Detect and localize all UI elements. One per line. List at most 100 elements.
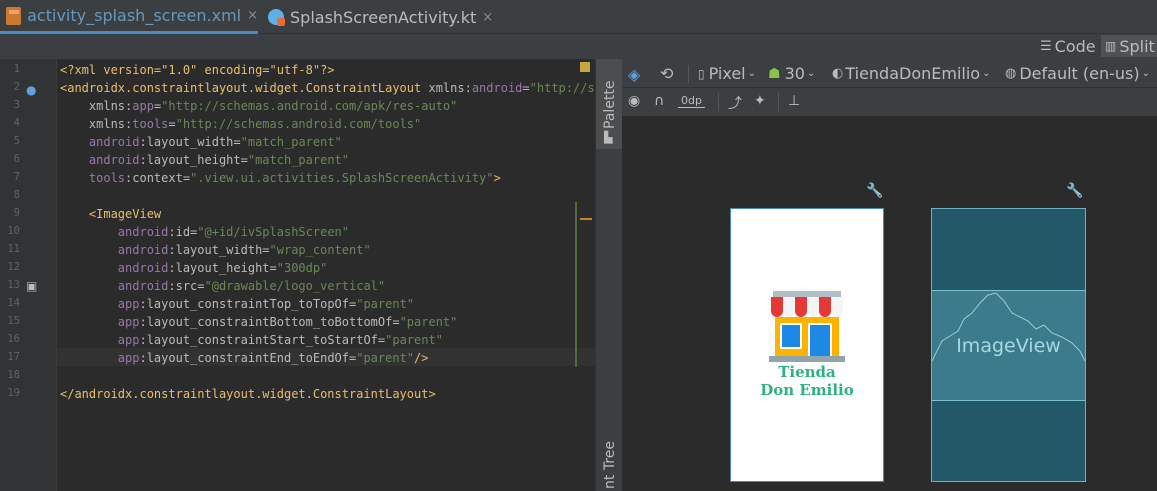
palette-tab[interactable]: Palette ▙ <box>596 59 622 149</box>
side-panel-strip: Palette ▙ nt Tree <box>595 59 622 491</box>
line-number: 5 <box>13 135 20 147</box>
line-number: 1 <box>13 63 20 75</box>
locale-selector[interactable]: ◍ Default (en-us) ⌄ <box>1005 64 1150 83</box>
line-number: 3 <box>13 99 20 111</box>
code-token: "parent" <box>356 351 415 365</box>
code-token: :layout_constraintTop_toTopOf= <box>139 297 357 311</box>
blueprint-preview[interactable]: ImageView <box>931 208 1086 482</box>
code-token: tools <box>60 171 126 185</box>
code-token: > <box>493 171 501 185</box>
code-token: :layout_constraintEnd_toEndOf= <box>139 351 357 365</box>
chevron-down-icon: ⌄ <box>982 68 991 79</box>
code-token: app <box>60 333 140 347</box>
line-number: 13 <box>7 279 20 291</box>
device-selector[interactable]: ▯ Pixel ⌄ <box>698 64 756 83</box>
design-toolbar-bottom: ◉ ∩ 0dp ⤴ ✦ ⊥ <box>622 88 1157 116</box>
line-number: 2 <box>13 81 20 93</box>
line-number: 12 <box>7 261 20 273</box>
design-preview[interactable]: Tienda Don Emilio <box>730 208 884 482</box>
split-mode-label: Split <box>1119 36 1155 56</box>
default-margin-field[interactable]: 0dp <box>678 94 705 108</box>
component-tree-label: nt Tree <box>602 441 618 489</box>
line-number: 9 <box>13 207 20 219</box>
code-token: "@drawable/logo_vertical" <box>204 279 386 293</box>
code-token: "match_parent" <box>240 135 342 149</box>
infer-constraints-icon[interactable]: ✦ <box>754 93 766 109</box>
layers-icon[interactable]: ◈ <box>628 65 640 84</box>
line-number: 4 <box>13 117 20 129</box>
line-number: 14 <box>7 297 20 309</box>
line-number: 11 <box>7 243 20 255</box>
activity-icon[interactable]: ● <box>26 83 36 97</box>
code-mode-label: Code <box>1054 36 1096 56</box>
editor-tabs: activity_splash_screen.xml × SplashScree… <box>0 0 1157 34</box>
theme-selector[interactable]: ◐ TiendaDonEmilio ⌄ <box>832 64 990 83</box>
code-token: "http://sch <box>529 81 595 95</box>
tab-splash-screen-activity-kt[interactable]: SplashScreenActivity.kt × <box>266 0 496 34</box>
design-surface: ◈ ⟲ ▯ Pixel ⌄ ☗ 30 ⌄ ◐ TiendaDonEmilio ⌄… <box>622 59 1157 491</box>
chevron-down-icon: ⌄ <box>806 68 816 79</box>
code-token: :context= <box>125 171 191 185</box>
eye-icon[interactable]: ◉ <box>628 93 640 109</box>
view-mode-bar: ☰ Code ▥ Split <box>0 34 1157 59</box>
lines-icon: ☰ <box>1040 38 1052 54</box>
line-number: 18 <box>7 369 20 381</box>
code-line: tools:context=".view.ui.activities.Splas… <box>60 169 501 187</box>
clear-constraints-icon[interactable]: ⤴ <box>728 93 742 113</box>
code-token: :layout_height= <box>168 261 277 275</box>
code-token: = <box>522 81 530 95</box>
image-preview-icon[interactable]: ▣ <box>26 279 37 293</box>
split-icon: ▥ <box>1105 39 1117 53</box>
wrench-icon[interactable]: 🔧 <box>1066 183 1083 199</box>
code-line: android:layout_height="300dp" <box>60 259 328 277</box>
line-number: 10 <box>7 225 20 237</box>
code-line: android:layout_width="match_parent" <box>60 133 342 151</box>
magnet-icon[interactable]: ∩ <box>654 93 664 109</box>
line-number: 17 <box>7 351 20 363</box>
code-line: app:layout_constraintEnd_toEndOf="parent… <box>60 349 429 367</box>
code-line: app:layout_constraintStart_toStartOf="pa… <box>60 331 443 349</box>
code-line: xmlns:tools="http://schemas.android.com/… <box>60 115 421 133</box>
component-tree-tab[interactable]: nt Tree <box>596 431 622 491</box>
android-icon: ☗ <box>768 65 781 82</box>
close-icon[interactable]: × <box>247 8 258 23</box>
line-number: 19 <box>7 387 20 399</box>
code-editor[interactable]: <?xml version="1.0" encoding="utf-8"?> <a… <box>57 59 595 491</box>
device-label: Pixel <box>708 64 746 83</box>
code-token: "http://schemas.android.com/apk/res-auto… <box>161 99 458 113</box>
code-token: app <box>60 297 140 311</box>
code-token: "300dp" <box>276 261 328 275</box>
kotlin-file-icon <box>268 9 285 26</box>
imageview-blueprint[interactable]: ImageView <box>932 290 1085 401</box>
code-token: :layout_width= <box>168 243 270 257</box>
code-mode-button[interactable]: ☰ Code <box>1036 35 1100 57</box>
code-line: android:id="@+id/ivSplashScreen" <box>60 223 349 241</box>
code-token: "wrap_content" <box>269 243 371 257</box>
code-token: :layout_width= <box>139 135 241 149</box>
line-number-gutter: 1 2 3 4 5 6 7 8 9 10 11 12 13 14 15 16 17 18 19 ● ▣ <box>0 59 57 491</box>
code-token: :layout_height= <box>139 153 248 167</box>
orientation-icon[interactable]: ⟲ <box>660 64 673 83</box>
code-token: android <box>60 243 169 257</box>
code-token: :id= <box>168 225 198 239</box>
line-number: 8 <box>13 189 20 201</box>
code-token: app <box>60 351 140 365</box>
code-token: ".view.ui.activities.SplashScreenActivit… <box>190 171 494 185</box>
code-token: tools <box>132 117 169 131</box>
locale-label: Default (en-us) <box>1019 64 1140 83</box>
api-level-selector[interactable]: ☗ 30 ⌄ <box>768 64 815 83</box>
line-number: 7 <box>13 171 20 183</box>
code-token: <?xml version="1.0" encoding="utf-8"?> <box>60 63 335 77</box>
chevron-down-icon: ⌄ <box>747 68 757 79</box>
code-token: xmlns: <box>60 99 133 113</box>
chevron-down-icon: ⌄ <box>1141 68 1150 79</box>
theme-label: TiendaDonEmilio <box>845 64 981 83</box>
split-mode-button[interactable]: ▥ Split <box>1101 35 1157 57</box>
tab-activity-splash-screen-xml[interactable]: activity_splash_screen.xml × <box>0 0 258 34</box>
guidelines-icon[interactable]: ⊥ <box>788 93 800 109</box>
code-line: </androidx.constraintlayout.widget.Const… <box>60 385 436 403</box>
close-icon[interactable]: × <box>482 10 493 25</box>
code-line: app:layout_constraintBottom_toBottomOf="… <box>60 313 458 331</box>
code-token: android <box>60 153 140 167</box>
wrench-icon[interactable]: 🔧 <box>866 183 883 199</box>
